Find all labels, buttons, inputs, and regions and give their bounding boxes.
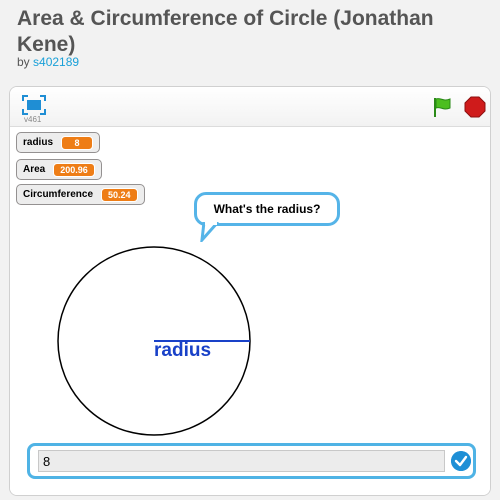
monitor-label: Area — [23, 164, 46, 175]
scratch-player: v461 radius 8 Area 200.96 Circumference … — [9, 86, 491, 496]
byline: by s402189 — [17, 55, 79, 69]
monitor-value: 200.96 — [53, 162, 95, 177]
variable-monitor-area: Area 200.96 — [16, 159, 102, 180]
answer-input[interactable] — [38, 450, 445, 472]
monitor-value: 50.24 — [101, 187, 138, 202]
radius-label: radius — [154, 340, 212, 361]
variable-monitor-circumference: Circumference 50.24 — [16, 184, 145, 205]
speech-bubble: What's the radius? — [194, 192, 340, 226]
player-toolbar: v461 — [10, 87, 490, 127]
fullscreen-icon[interactable] — [22, 95, 46, 115]
stage[interactable]: radius 8 Area 200.96 Circumference 50.24… — [10, 128, 490, 495]
variable-monitor-radius: radius 8 — [16, 132, 101, 153]
stop-sign-icon[interactable] — [464, 96, 486, 118]
project-title: Area & Circumference of Circle (Jonathan… — [17, 7, 434, 56]
checkmark-icon[interactable] — [451, 451, 471, 471]
project-page: Area & Circumference of Circle (Jonathan… — [0, 0, 500, 500]
green-flag-icon[interactable] — [431, 96, 453, 118]
monitor-label: Circumference — [23, 189, 94, 200]
author-link[interactable]: s402189 — [33, 55, 79, 69]
version-label: v461 — [24, 115, 42, 124]
speech-bubble-tail — [200, 222, 220, 242]
monitor-label: radius — [23, 137, 54, 148]
ask-prompt-box — [27, 443, 476, 479]
monitor-value: 8 — [61, 135, 94, 150]
by-label: by — [17, 55, 30, 69]
